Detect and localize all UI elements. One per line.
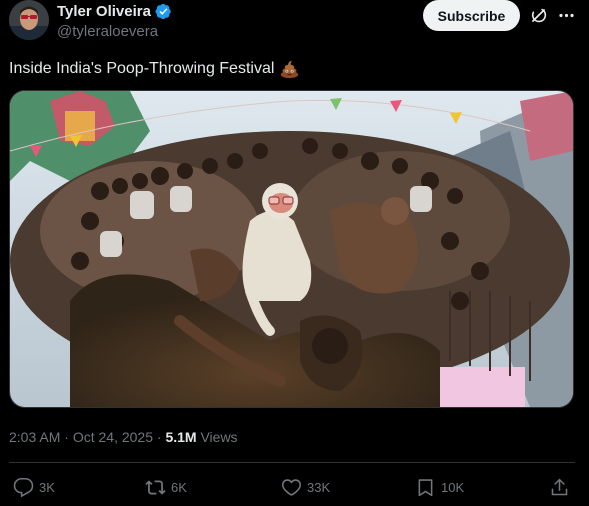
poop-emoji-icon: [281, 61, 299, 79]
grok-icon[interactable]: [529, 6, 548, 25]
divider: [9, 462, 575, 463]
post-date[interactable]: Oct 24, 2025: [73, 429, 153, 445]
heart-icon: [281, 478, 302, 496]
post: Tyler Oliveira @tyleraloevera Subscribe …: [0, 0, 589, 506]
share-button[interactable]: [549, 474, 570, 500]
meta-separator-2: ·: [156, 429, 162, 445]
reply-icon: [13, 477, 34, 497]
reply-button[interactable]: 3K: [13, 474, 55, 500]
post-video[interactable]: [9, 90, 574, 408]
repost-icon: [145, 479, 166, 495]
repost-button[interactable]: 6K: [145, 474, 187, 500]
share-icon: [551, 478, 568, 495]
views-count: 5.1M: [165, 429, 197, 445]
avatar[interactable]: [9, 0, 49, 40]
like-button[interactable]: 33K: [281, 474, 330, 500]
repost-count: 6K: [171, 479, 187, 495]
subscribe-button[interactable]: Subscribe: [423, 0, 520, 31]
like-count: 33K: [307, 479, 331, 495]
bookmark-icon: [418, 478, 433, 496]
author-name[interactable]: Tyler Oliveira: [57, 3, 172, 20]
more-icon[interactable]: [557, 6, 576, 25]
author-name-text[interactable]: Tyler Oliveira: [57, 3, 151, 20]
reply-count: 3K: [39, 479, 55, 495]
post-text-content: Inside India's Poop-Throwing Festival: [9, 59, 275, 77]
post-meta: 2:03 AM · Oct 24, 2025 · 5.1M Views: [9, 429, 238, 445]
post-time[interactable]: 2:03 AM: [9, 429, 60, 445]
post-text: Inside India's Poop-Throwing Festival: [9, 58, 300, 79]
author-handle[interactable]: @tyleraloevera: [57, 23, 158, 40]
bookmark-count: 10K: [441, 479, 465, 495]
views-label: Views: [200, 429, 238, 445]
verified-badge-icon: [155, 3, 171, 20]
meta-separator: ·: [64, 429, 69, 445]
bookmark-button[interactable]: 10K: [415, 474, 464, 500]
